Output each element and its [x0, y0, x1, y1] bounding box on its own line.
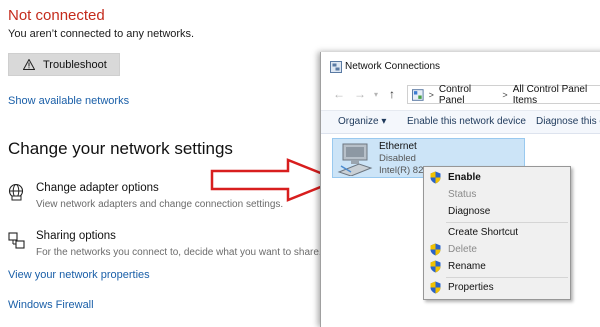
menu-item-label: Delete [448, 244, 477, 255]
menu-item-label: Rename [448, 261, 486, 272]
status-title: Not connected [8, 7, 105, 24]
uac-shield-icon [430, 243, 441, 256]
troubleshoot-label: Troubleshoot [43, 58, 107, 71]
warning-icon [23, 59, 35, 70]
uac-shield-icon [430, 260, 441, 273]
adapter-name: Ethernet [379, 141, 417, 152]
command-toolbar: Organize ▾ Enable this network device Di… [321, 110, 600, 134]
address-bar-row: ← → ▾ ↑ > Control Panel > All Control Pa… [321, 84, 600, 106]
breadcrumb-control-panel[interactable]: Control Panel [439, 84, 498, 106]
menu-separator [446, 277, 568, 278]
breadcrumb-separator-icon: > [428, 89, 434, 100]
organize-menu[interactable]: Organize ▾ [338, 116, 386, 127]
context-menu: Enable Status Diagnose Create Shortcut D… [423, 166, 571, 300]
menu-item-properties[interactable]: Properties [424, 279, 570, 296]
menu-item-label: Status [448, 189, 477, 200]
windows-firewall-link[interactable]: Windows Firewall [8, 299, 94, 311]
control-panel-icon [412, 88, 424, 101]
address-bar[interactable]: > Control Panel > All Control Panel Item… [407, 84, 600, 106]
adapter-status: Disabled [379, 153, 416, 164]
option-title: Sharing options [36, 230, 116, 242]
network-connections-icon [330, 61, 342, 73]
show-available-networks-link[interactable]: Show available networks [8, 95, 129, 107]
ethernet-adapter-icon [337, 143, 373, 176]
menu-item-delete[interactable]: Delete [424, 241, 570, 258]
menu-item-status[interactable]: Status [424, 186, 570, 203]
menu-item-label: Enable [448, 172, 481, 183]
option-description: For the networks you connect to, decide … [36, 247, 322, 258]
view-network-properties-link[interactable]: View your network properties [8, 269, 150, 281]
menu-item-rename[interactable]: Rename [424, 258, 570, 275]
status-subtitle: You aren’t connected to any networks. [8, 28, 195, 40]
breadcrumb-all-items[interactable]: All Control Panel Items [513, 84, 600, 106]
menu-item-create-shortcut[interactable]: Create Shortcut [424, 224, 570, 241]
troubleshoot-button[interactable]: Troubleshoot [8, 53, 120, 76]
menu-item-label: Create Shortcut [448, 227, 519, 238]
sharing-options-item[interactable]: Sharing options For the networks you con… [8, 230, 322, 262]
menu-item-label: Properties [448, 282, 494, 293]
option-title: Change adapter options [36, 182, 159, 194]
uac-shield-icon [430, 281, 441, 294]
enable-network-device-button[interactable]: Enable this network device [407, 116, 526, 127]
sharing-icon [8, 232, 25, 249]
diagnose-connection-button[interactable]: Diagnose this co [536, 116, 600, 127]
menu-item-enable[interactable]: Enable [424, 169, 570, 186]
menu-item-diagnose[interactable]: Diagnose [424, 203, 570, 220]
adapter-icon [8, 183, 24, 201]
menu-item-label: Diagnose [448, 206, 491, 217]
uac-shield-icon [430, 171, 441, 184]
back-icon[interactable]: ← [333, 87, 345, 101]
up-icon[interactable]: ↑ [389, 87, 395, 101]
breadcrumb-separator-icon: > [502, 89, 508, 100]
forward-icon[interactable]: → [354, 87, 366, 101]
recent-chevron-icon[interactable]: ▾ [374, 90, 378, 99]
menu-separator [446, 222, 568, 223]
window-title: Network Connections [345, 61, 441, 72]
section-heading: Change your network settings [8, 139, 233, 158]
